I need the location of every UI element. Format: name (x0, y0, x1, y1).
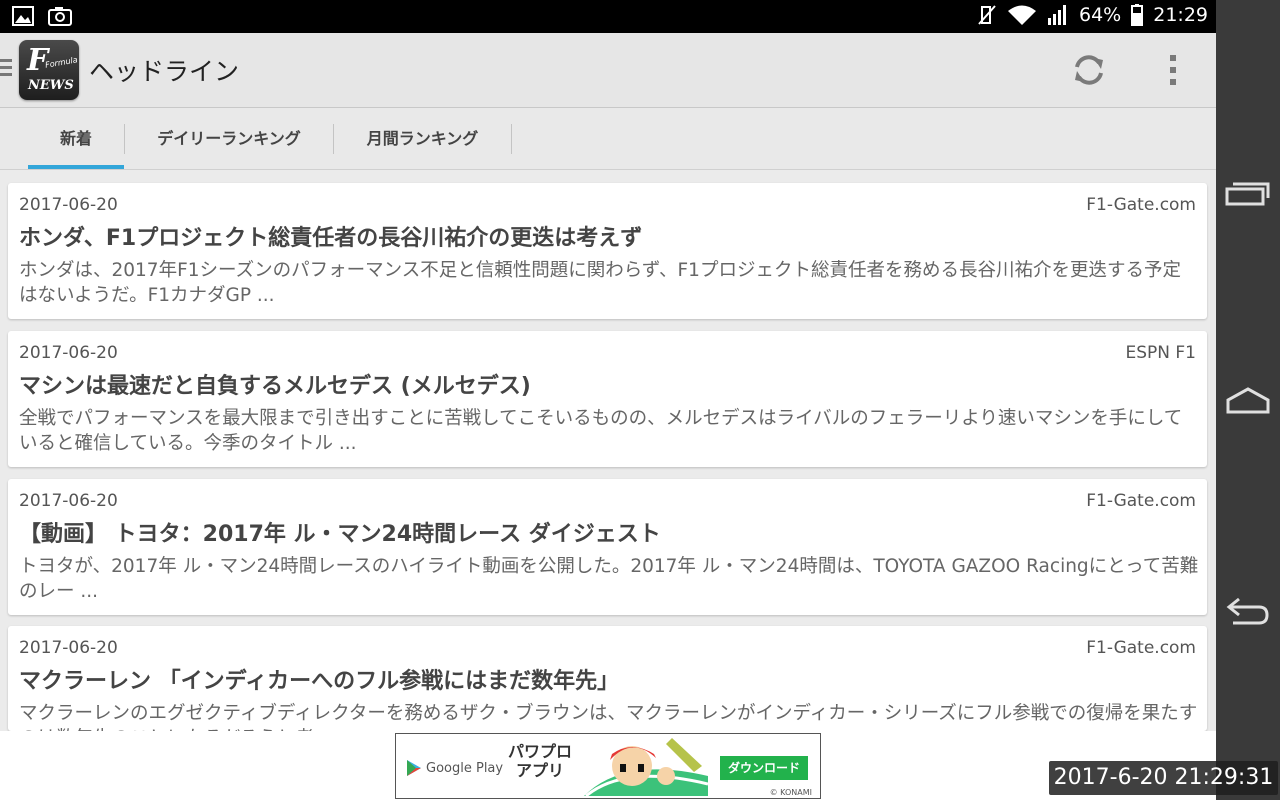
clock: 21:29 (1153, 4, 1208, 26)
ad-character-illustration (584, 738, 708, 796)
logo-news-text: NEWS (28, 78, 74, 93)
article-summary: マクラーレンのエグゼクティブディレクターを務めるザク・ブラウンは、マクラーレンが… (19, 703, 1198, 731)
signal-icon (1048, 5, 1066, 25)
article-card[interactable]: 2017-06-20 F1-Gate.com 【動画】 トヨタ：2017年 ル・… (8, 479, 1207, 615)
ad-headline-line2: アプリ (516, 761, 565, 780)
article-summary: 全戦でパフォーマンスを最大限まで引き出すことに苦戦してこそいるものの、メルセデス… (19, 408, 1183, 454)
refresh-icon[interactable] (1068, 49, 1110, 91)
ad-banner[interactable]: Google Play パワプロ アプリ ダウンロード © KONAMI (395, 733, 821, 799)
gallery-notification-icon (12, 6, 34, 26)
article-card[interactable]: 2017-06-20 F1-Gate.com マクラーレン 「インディカーへのフ… (8, 626, 1207, 731)
back-button[interactable] (1224, 590, 1272, 630)
tab-new[interactable]: 新着 (28, 108, 124, 169)
recent-apps-icon (1225, 182, 1270, 206)
tab-daily-ranking[interactable]: デイリーランキング (125, 108, 333, 169)
overflow-menu-icon[interactable] (1160, 52, 1186, 88)
article-title: マシンは最速だと自負するメルセデス (メルセデス) (19, 374, 531, 399)
article-source: F1-Gate.com (1086, 491, 1196, 511)
google-play-label: Google Play (426, 761, 504, 776)
page-title: ヘッドライン (89, 57, 240, 86)
article-title: ホンダ、F1プロジェクト総責任者の長谷川祐介の更迭は考えず (19, 226, 643, 251)
article-date: 2017-06-20 (19, 343, 118, 363)
tab-monthly-ranking[interactable]: 月間ランキング (334, 108, 511, 169)
google-play-icon (407, 760, 421, 776)
ad-headline-line1: パワプロ (508, 742, 573, 761)
ad-headline: パワプロ アプリ (508, 742, 572, 780)
timestamp-overlay: 2017-6-20 21:29:31 (1049, 761, 1278, 795)
article-card[interactable]: 2017-06-20 F1-Gate.com ホンダ、F1プロジェクト総責任者の… (8, 183, 1207, 319)
ad-brand: © KONAMI (769, 788, 812, 797)
article-title: 【動画】 トヨタ：2017年 ル・マン24時間レース ダイジェスト (19, 522, 661, 547)
article-card[interactable]: 2017-06-20 ESPN F1 マシンは最速だと自負するメルセデス (メル… (8, 331, 1207, 467)
wifi-icon (1008, 5, 1036, 25)
article-title: マクラーレン 「インディカーへのフル参戦にはまだ数年先」 (19, 669, 620, 694)
ad-strip: Google Play パワプロ アプリ ダウンロード © KONAMI (0, 731, 1216, 800)
home-button[interactable] (1224, 380, 1272, 420)
article-source: F1-Gate.com (1086, 638, 1196, 658)
app-logo[interactable]: F Formula NEWS (19, 40, 79, 100)
logo-formula-text: Formula (44, 55, 79, 70)
mute-vibrate-icon (978, 5, 996, 25)
battery-icon (1131, 4, 1144, 26)
article-date: 2017-06-20 (19, 491, 118, 511)
article-source: ESPN F1 (1125, 343, 1197, 363)
article-date: 2017-06-20 (19, 638, 118, 658)
battery-percentage: 64% (1079, 4, 1122, 26)
system-navigation-bar (1216, 0, 1280, 800)
recent-apps-button[interactable] (1224, 172, 1272, 212)
article-date: 2017-06-20 (19, 195, 118, 215)
app-bar: F Formula NEWS ヘッドライン (0, 33, 1216, 108)
camera-notification-icon (48, 7, 72, 26)
status-bar: 64% 21:29 (0, 0, 1216, 33)
article-summary: ホンダは、2017年F1シーズンのパフォーマンス不足と信頼性問題に関わらず、F1… (19, 260, 1181, 306)
tab-bar: 新着 デイリーランキング 月間ランキング (0, 108, 1216, 170)
home-icon (1226, 387, 1270, 414)
drawer-indicator-icon[interactable] (0, 59, 12, 80)
ad-download-button[interactable]: ダウンロード (720, 756, 808, 780)
article-source: F1-Gate.com (1086, 195, 1196, 215)
tab-divider (511, 124, 512, 154)
back-icon (1226, 597, 1269, 625)
article-summary: トヨタが、2017年 ル・マン24時間レースのハイライト動画を公開した。2017… (19, 556, 1199, 602)
